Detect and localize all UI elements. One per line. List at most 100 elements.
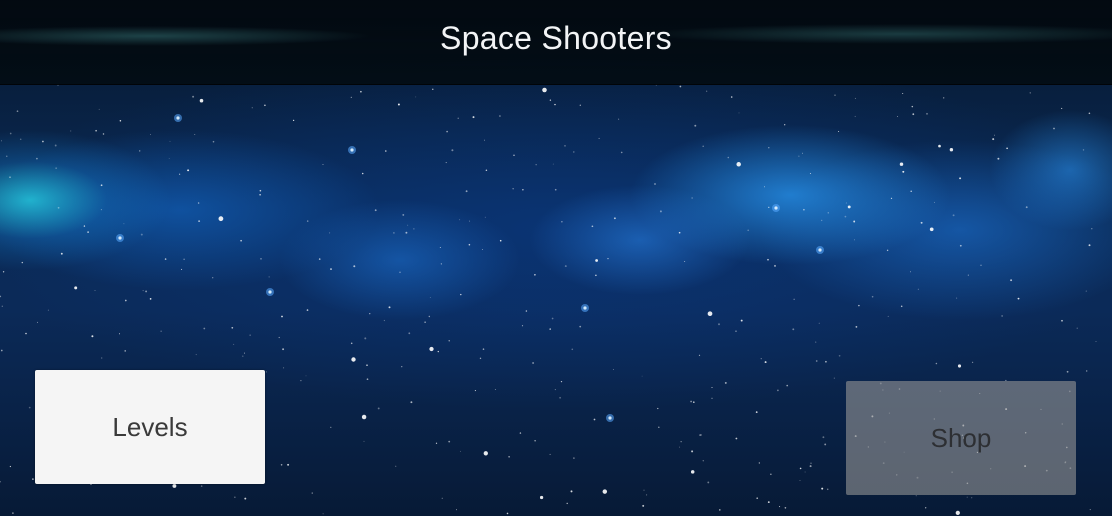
star xyxy=(311,492,313,494)
star xyxy=(1010,279,1013,282)
star xyxy=(735,437,738,440)
shop-button[interactable]: Shop xyxy=(846,381,1076,495)
star xyxy=(959,244,962,247)
star xyxy=(212,277,214,279)
star xyxy=(1066,370,1069,373)
star xyxy=(678,231,681,234)
star xyxy=(100,184,103,187)
star xyxy=(468,243,471,246)
star xyxy=(826,488,829,491)
star xyxy=(926,112,928,115)
star xyxy=(413,228,415,230)
star xyxy=(6,155,8,157)
star xyxy=(407,224,409,226)
star xyxy=(1017,297,1020,300)
star xyxy=(702,460,704,462)
star xyxy=(194,134,196,135)
star xyxy=(756,497,759,500)
star xyxy=(736,162,741,167)
star xyxy=(966,496,968,498)
star xyxy=(21,261,24,264)
star xyxy=(306,220,309,222)
star xyxy=(595,259,598,262)
star xyxy=(691,450,694,453)
star xyxy=(719,509,721,511)
star xyxy=(554,389,556,391)
star xyxy=(698,354,701,356)
star xyxy=(124,350,126,352)
star xyxy=(41,140,44,143)
star xyxy=(399,271,401,274)
star xyxy=(792,328,795,331)
star xyxy=(192,95,195,98)
star xyxy=(140,233,143,236)
star xyxy=(432,88,434,90)
star xyxy=(770,473,772,475)
star xyxy=(329,232,331,234)
star xyxy=(821,487,824,490)
star xyxy=(361,172,364,175)
star xyxy=(0,349,3,352)
star xyxy=(938,144,941,148)
star xyxy=(561,221,563,223)
star xyxy=(534,273,536,276)
star xyxy=(100,209,102,211)
star xyxy=(1088,112,1091,115)
star xyxy=(900,305,903,308)
star xyxy=(351,357,356,362)
star xyxy=(364,337,367,340)
glow-star-core xyxy=(774,206,778,210)
star xyxy=(784,124,786,126)
star xyxy=(735,330,737,332)
star xyxy=(593,418,596,421)
star xyxy=(459,450,461,452)
star xyxy=(646,494,648,496)
star xyxy=(264,104,266,107)
star xyxy=(694,124,697,127)
star xyxy=(142,290,144,292)
levels-button[interactable]: Levels xyxy=(35,370,265,484)
star xyxy=(896,115,899,118)
star xyxy=(727,156,730,159)
star xyxy=(1029,92,1031,94)
star xyxy=(935,362,938,365)
star xyxy=(484,139,485,141)
star xyxy=(702,145,704,148)
star xyxy=(388,306,391,309)
star xyxy=(838,354,841,357)
star xyxy=(231,326,234,329)
star xyxy=(834,94,836,96)
star xyxy=(602,489,608,494)
star xyxy=(802,152,803,154)
glow-star-core xyxy=(176,116,180,120)
star xyxy=(612,369,614,370)
star xyxy=(456,509,457,511)
star xyxy=(260,258,262,260)
star xyxy=(929,227,934,232)
star xyxy=(259,189,262,192)
star xyxy=(408,332,411,335)
star xyxy=(363,440,365,442)
star xyxy=(483,451,488,456)
star xyxy=(890,197,893,200)
star xyxy=(618,118,620,120)
star xyxy=(854,115,856,118)
star xyxy=(330,426,332,428)
star xyxy=(397,103,400,106)
star xyxy=(482,348,485,350)
star xyxy=(36,157,38,160)
star xyxy=(282,348,285,351)
star xyxy=(755,411,758,413)
star xyxy=(402,213,405,216)
star xyxy=(268,276,270,278)
star xyxy=(322,164,324,165)
star xyxy=(711,386,713,389)
star xyxy=(1025,206,1028,209)
star xyxy=(564,265,567,268)
star xyxy=(506,512,509,515)
star xyxy=(707,311,713,317)
star xyxy=(353,265,356,268)
star xyxy=(654,183,656,185)
star xyxy=(415,96,417,98)
star xyxy=(448,340,450,342)
